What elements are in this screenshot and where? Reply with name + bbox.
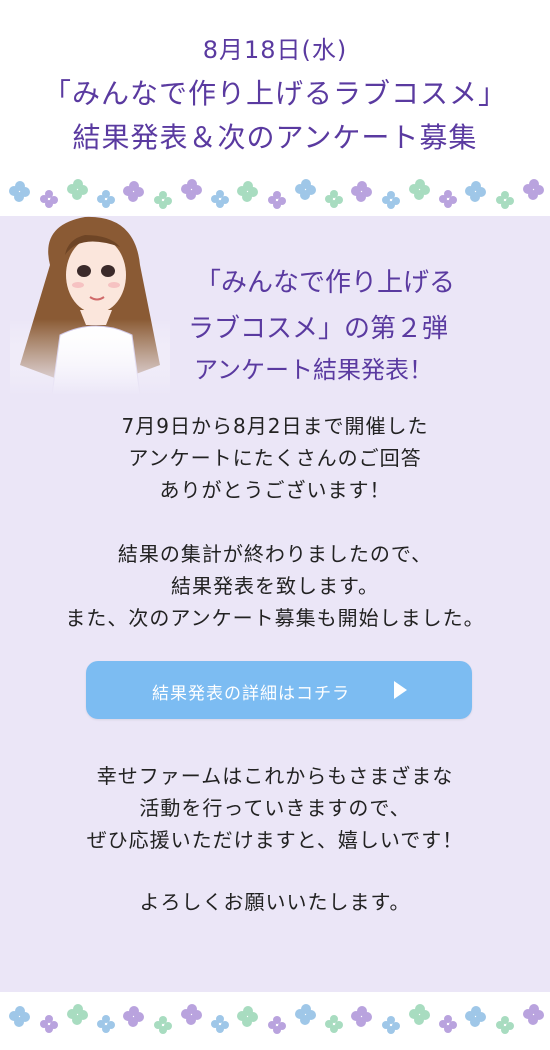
- flower-border-bottom: [9, 1004, 544, 1034]
- closing-message: よろしくお願いいたします。: [139, 890, 411, 914]
- event-date: 8月18日(水): [202, 36, 348, 64]
- header: 8月18日(水) 「みんなで作り上げるラブコスメ」 結果発表＆次のアンケート募集: [0, 0, 550, 172]
- play-triangle-icon: [394, 681, 407, 699]
- message-p2-line3: また、次のアンケート募集も開始しました。: [65, 606, 485, 630]
- message-p3-line3: ぜひ応援いただけますと、嬉しいです！: [86, 828, 464, 852]
- message-p2-line2: 結果発表を致します。: [171, 574, 379, 598]
- page-title-line1: 「みんなで作り上げるラブコスメ」: [42, 77, 507, 110]
- message-p3-line1: 幸せファームはこれからもさまざまな: [96, 764, 454, 788]
- intro-line3: アンケート結果発表！: [194, 356, 434, 384]
- message-p1-line3: ありがとうございます！: [159, 478, 391, 502]
- intro-line1: 「みんなで作り上げる: [195, 268, 456, 298]
- message-p1-line2: アンケートにたくさんのご回答: [128, 446, 422, 470]
- message-p2-line1: 結果の集計が終わりましたので、: [117, 542, 433, 566]
- results-detail-button[interactable]: 結果発表の詳細はコチラ: [86, 661, 472, 719]
- intro-line2: ラブコスメ」の第２弾: [188, 314, 449, 344]
- message-p3-line2: 活動を行っていきますので、: [139, 796, 411, 820]
- woman-illustration: [10, 205, 170, 395]
- message-p1-line1: 7月9日から8月2日まで開催した: [121, 414, 429, 438]
- page-title-line2: 結果発表＆次のアンケート募集: [72, 121, 478, 154]
- results-detail-button-label: 結果発表の詳細はコチラ: [152, 684, 350, 704]
